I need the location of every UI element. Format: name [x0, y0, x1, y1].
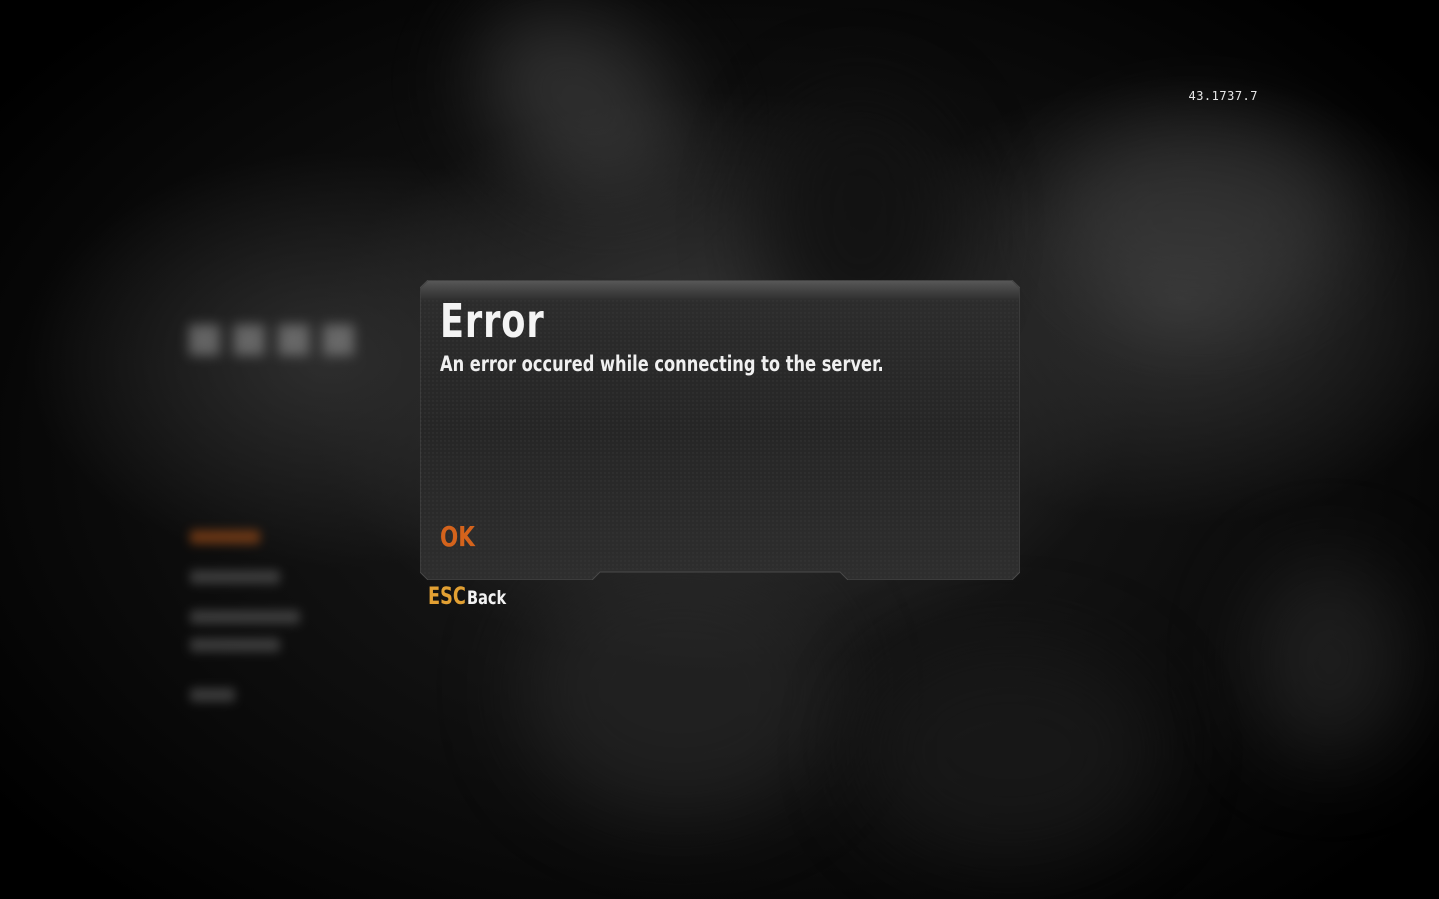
- blurred-menu-item: [190, 570, 280, 584]
- blurred-game-logo: ■■■■: [185, 301, 364, 373]
- blurred-menu-item: [190, 638, 280, 652]
- error-dialog: Error An error occured while connecting …: [420, 280, 1020, 580]
- dialog-title: Error: [440, 294, 545, 348]
- blurred-menu-item: [190, 610, 300, 624]
- blurred-menu-item: [190, 530, 260, 544]
- background-shape: [1250, 560, 1410, 760]
- dialog-message: An error occured while connecting to the…: [440, 352, 884, 376]
- blurred-main-menu: [190, 530, 330, 728]
- background-shape: [860, 640, 1160, 860]
- background-shape: [444, 0, 716, 229]
- blurred-menu-item: [190, 688, 235, 702]
- esc-key-label: ESC: [428, 582, 466, 610]
- back-label: Back: [467, 587, 507, 609]
- background-shape: [1050, 120, 1350, 320]
- back-button[interactable]: ESC Back: [428, 582, 506, 610]
- background-shape: [520, 560, 840, 820]
- ok-button[interactable]: OK: [440, 520, 475, 553]
- version-number: 43.1737.7: [1188, 89, 1258, 103]
